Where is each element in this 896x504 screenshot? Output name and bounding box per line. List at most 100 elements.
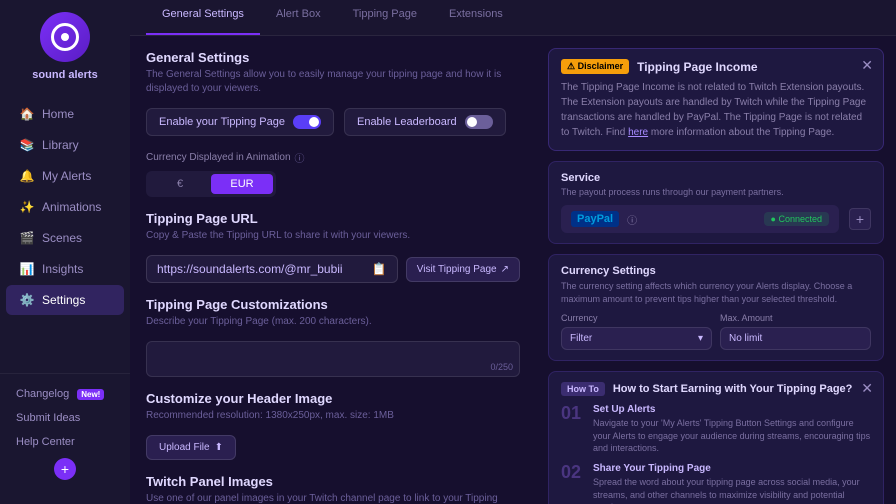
- currency-code-opt[interactable]: EUR: [211, 174, 273, 194]
- disclaimer-title: Tipping Page Income: [637, 60, 757, 74]
- main-content: General Settings Alert Box Tipping Page …: [130, 0, 896, 504]
- paypal-logo: PayPal: [571, 211, 619, 227]
- upload-file-button[interactable]: Upload File ⬆: [146, 435, 236, 460]
- step-1-content: Set Up Alerts Navigate to your 'My Alert…: [593, 404, 871, 455]
- disclaimer-link[interactable]: here: [628, 127, 648, 138]
- char-count: 0/250: [490, 362, 513, 372]
- disclaimer-text: The Tipping Page Income is not related t…: [561, 80, 871, 140]
- step-2-desc: Spread the word about your tipping page …: [593, 476, 871, 504]
- currency-select[interactable]: Filter ▾: [561, 327, 712, 350]
- enable-tipping-label: Enable your Tipping Page: [159, 116, 285, 128]
- submit-ideas-label: Submit Ideas: [16, 412, 80, 424]
- tab-alert-box[interactable]: Alert Box: [260, 0, 337, 35]
- sidebar-nav: 🏠 Home 📚 Library 🔔 My Alerts ✨ Animation…: [0, 98, 130, 373]
- sidebar-item-insights[interactable]: 📊 Insights: [6, 254, 124, 284]
- left-panel: General Settings The General Settings al…: [130, 36, 536, 504]
- header-image-title: Customize your Header Image: [146, 391, 520, 406]
- settings-icon: ⚙️: [20, 293, 34, 307]
- leaderboard-switch[interactable]: [465, 115, 493, 129]
- logo-icon: [51, 23, 79, 51]
- paypal-row: PayPal ⓘ ● Connected: [561, 205, 839, 233]
- step-1-title: Set Up Alerts: [593, 404, 871, 415]
- currency-settings-title: Currency Settings: [561, 265, 871, 277]
- disclaimer-card: ✕ ⚠ Disclaimer Tipping Page Income The T…: [548, 48, 884, 151]
- service-card: Service The payout process runs through …: [548, 161, 884, 244]
- alerts-icon: 🔔: [20, 169, 34, 183]
- app-logo: [40, 12, 90, 62]
- max-amount-label: Max. Amount: [720, 313, 871, 323]
- sidebar-item-my-alerts[interactable]: 🔔 My Alerts: [6, 161, 124, 191]
- sidebar-item-changelog[interactable]: Changelog New!: [6, 382, 124, 406]
- header-image-section: Customize your Header Image Recommended …: [146, 391, 520, 460]
- right-panel: ✕ ⚠ Disclaimer Tipping Page Income The T…: [536, 36, 896, 504]
- add-button[interactable]: +: [54, 458, 76, 480]
- enable-leaderboard-toggle[interactable]: Enable Leaderboard: [344, 108, 506, 136]
- general-settings-desc: The General Settings allow you to easily…: [146, 68, 520, 96]
- home-icon: 🏠: [20, 107, 34, 121]
- sidebar-item-label: Library: [42, 138, 79, 152]
- sidebar-item-help-center[interactable]: Help Center: [6, 430, 124, 454]
- url-input[interactable]: https://soundalerts.com/@mr_bubii 📋: [146, 255, 398, 283]
- currency-info-icon: ⓘ: [295, 150, 305, 165]
- sidebar-item-settings[interactable]: ⚙️ Settings: [6, 285, 124, 315]
- currency-toggle[interactable]: € EUR: [146, 171, 276, 197]
- tab-general-settings[interactable]: General Settings: [146, 0, 260, 35]
- add-payment-button[interactable]: +: [849, 208, 871, 230]
- sidebar-item-label: Insights: [42, 262, 83, 276]
- connected-badge: ● Connected: [764, 212, 829, 226]
- sidebar-item-scenes[interactable]: 🎬 Scenes: [6, 223, 124, 253]
- service-desc: The payout process runs through our paym…: [561, 187, 871, 197]
- url-row: https://soundalerts.com/@mr_bubii 📋 Visi…: [146, 255, 520, 283]
- tab-tipping[interactable]: Tipping Page: [337, 0, 433, 35]
- paypal-info-icon: ⓘ: [627, 212, 637, 227]
- step-2-num: 02: [561, 463, 583, 504]
- howto-close-button[interactable]: ✕: [861, 380, 873, 397]
- currency-symbol-opt[interactable]: €: [149, 174, 211, 194]
- customization-textarea[interactable]: 0/250: [146, 341, 520, 377]
- disclaimer-close-button[interactable]: ✕: [861, 57, 873, 74]
- enable-tipping-toggle[interactable]: Enable your Tipping Page: [146, 108, 334, 136]
- visit-tipping-page-button[interactable]: Visit Tipping Page ↗: [406, 257, 520, 282]
- insights-icon: 📊: [20, 262, 34, 276]
- disclaimer-badge: ⚠ Disclaimer: [561, 59, 629, 74]
- sidebar-item-submit-ideas[interactable]: Submit Ideas: [6, 406, 124, 430]
- external-link-icon: ↗: [501, 264, 509, 275]
- step-2-content: Share Your Tipping Page Spread the word …: [593, 463, 871, 504]
- step-1-num: 01: [561, 404, 583, 455]
- paypal-label: PayPal: [577, 213, 613, 225]
- header-image-desc: Recommended resolution: 1380x250px, max.…: [146, 409, 520, 423]
- upload-icon: ⬆: [215, 442, 223, 453]
- enable-leaderboard-label: Enable Leaderboard: [357, 116, 457, 128]
- howto-card: ✕ How To How to Start Earning with Your …: [548, 371, 884, 504]
- tipping-switch[interactable]: [293, 115, 321, 129]
- currency-display-label: Currency Displayed in Animation ⓘ: [146, 150, 520, 165]
- toggle-row: Enable your Tipping Page Enable Leaderbo…: [146, 108, 520, 136]
- sidebar-item-label: Settings: [42, 293, 85, 307]
- sidebar-item-label: Scenes: [42, 231, 82, 245]
- library-icon: 📚: [20, 138, 34, 152]
- sidebar: sound alerts 🏠 Home 📚 Library 🔔 My Alert…: [0, 0, 130, 504]
- step-1-desc: Navigate to your 'My Alerts' Tipping But…: [593, 417, 871, 455]
- currency-field: Currency Filter ▾: [561, 313, 712, 350]
- howto-header: How To How to Start Earning with Your Ti…: [561, 382, 871, 396]
- step-2-title: Share Your Tipping Page: [593, 463, 871, 474]
- upload-label: Upload File: [159, 442, 210, 453]
- max-amount-input[interactable]: No limit: [720, 327, 871, 350]
- tab-extensions[interactable]: Extensions: [433, 0, 519, 35]
- copy-icon[interactable]: 📋: [372, 262, 387, 276]
- customization-section: Tipping Page Customizations Describe you…: [146, 297, 520, 377]
- tipping-url-title: Tipping Page URL: [146, 211, 520, 226]
- sidebar-item-library[interactable]: 📚 Library: [6, 130, 124, 160]
- howto-title: How to Start Earning with Your Tipping P…: [613, 383, 853, 395]
- new-badge: New!: [77, 389, 104, 400]
- animations-icon: ✨: [20, 200, 34, 214]
- general-settings-title: General Settings: [146, 50, 520, 65]
- currency-settings-desc: The currency setting affects which curre…: [561, 280, 871, 305]
- sidebar-item-home[interactable]: 🏠 Home: [6, 99, 124, 129]
- app-name: sound alerts: [32, 68, 97, 82]
- sidebar-item-animations[interactable]: ✨ Animations: [6, 192, 124, 222]
- customization-title: Tipping Page Customizations: [146, 297, 520, 312]
- sidebar-item-label: Home: [42, 107, 74, 121]
- changelog-label: Changelog: [16, 388, 69, 400]
- disclaimer-header: ⚠ Disclaimer Tipping Page Income: [561, 59, 871, 74]
